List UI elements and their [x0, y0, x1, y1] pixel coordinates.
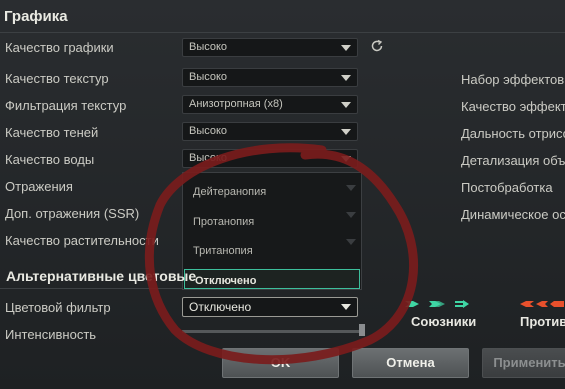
dropdown-option-disabled[interactable]: Отключено: [184, 269, 360, 289]
label-color-filter: Цветовой фильтр: [5, 300, 111, 315]
label-dynamic-lighting: Динамическое ос: [461, 207, 565, 222]
label-reflections: Отражения: [5, 179, 73, 194]
label-postprocessing: Постобработка: [461, 180, 553, 195]
select-value: Высоко: [189, 125, 228, 137]
select-graphics-quality[interactable]: Высоко: [182, 38, 358, 57]
intensity-slider-handle[interactable]: [359, 324, 365, 336]
label-allies: Союзники: [411, 314, 477, 329]
select-value: Высоко: [189, 152, 228, 164]
ok-button[interactable]: OK: [222, 348, 339, 378]
chevron-down-icon: [341, 156, 351, 162]
cancel-button[interactable]: Отмена: [352, 348, 469, 378]
select-texture-quality[interactable]: Высоко: [182, 68, 358, 87]
select-value: Высоко: [189, 41, 228, 53]
select-color-filter[interactable]: Отключено: [182, 297, 358, 317]
chevron-down-icon: [341, 129, 351, 135]
section-divider: [0, 288, 182, 289]
label-texture-quality: Качество текстур: [5, 71, 109, 86]
apply-button[interactable]: Применить: [482, 348, 565, 378]
label-intensity: Интенсивность: [5, 327, 97, 342]
label-texture-filtering: Фильтрация текстур: [5, 98, 127, 113]
label-graphics-quality: Качество графики: [5, 40, 114, 55]
label-effects-quality: Качество эффект: [461, 99, 565, 114]
section-title-alt-colors: Альтернативные цветовые: [6, 268, 197, 284]
allies-vehicle-icons: [405, 300, 469, 308]
select-water-quality[interactable]: Высоко: [182, 149, 358, 168]
select-value: Высоко: [189, 71, 228, 83]
label-draw-distance: Дальность отрисо: [461, 126, 565, 141]
intensity-slider-track[interactable]: [182, 330, 362, 333]
enemies-vehicle-icons: [520, 301, 564, 307]
label-shadow-quality: Качество теней: [5, 125, 99, 140]
chevron-down-icon: [341, 102, 351, 108]
label-effects-preset: Набор эффектов: [461, 72, 565, 87]
dropdown-option-tritanopia[interactable]: Тританопия: [193, 245, 253, 257]
section-divider: [0, 32, 565, 33]
refresh-icon[interactable]: [370, 39, 384, 53]
label-water-quality: Качество воды: [5, 152, 95, 167]
select-value: Анизотропная (x8): [189, 98, 283, 110]
label-object-detail: Детализация объ: [461, 153, 565, 168]
chevron-down-icon: [341, 304, 351, 310]
label-enemies: Против: [520, 314, 565, 329]
label-vegetation-quality: Качество растительности: [5, 233, 159, 248]
chevron-down-icon: [341, 45, 351, 51]
label-ssr: Доп. отражения (SSR): [5, 206, 140, 221]
section-title-graphics: Графика: [4, 8, 68, 25]
dropdown-option-protanopia[interactable]: Протанопия: [193, 216, 254, 228]
select-texture-filtering[interactable]: Анизотропная (x8): [182, 95, 358, 114]
color-filter-dropdown-list: Дейтеранопия Протанопия Тританопия Отклю…: [182, 172, 362, 290]
select-value: Отключено: [189, 300, 252, 314]
select-shadow-quality[interactable]: Высоко: [182, 122, 358, 141]
chevron-down-icon: [346, 212, 356, 218]
dropdown-option-deuteranopia[interactable]: Дейтеранопия: [193, 186, 266, 198]
chevron-down-icon: [346, 185, 356, 191]
chevron-down-icon: [346, 239, 356, 245]
chevron-down-icon: [341, 75, 351, 81]
